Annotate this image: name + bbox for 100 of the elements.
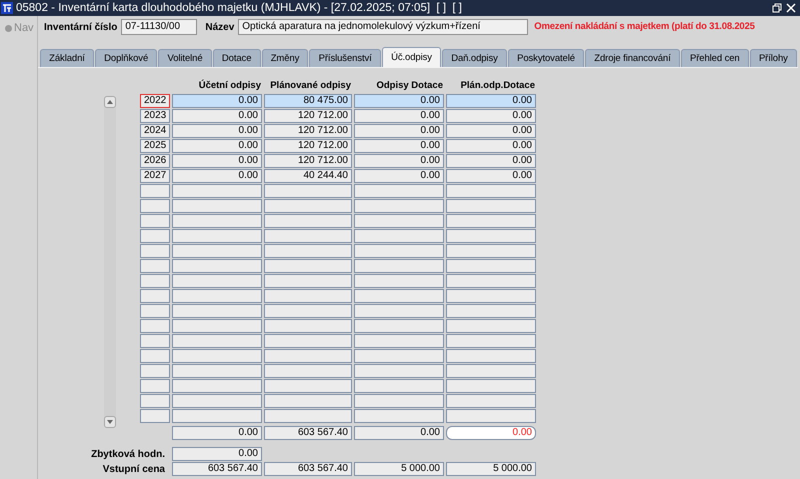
table-cell[interactable] [264,214,352,228]
table-cell[interactable]: 40 244.40 [264,169,352,183]
table-cell[interactable]: 0.00 [172,94,262,108]
table-cell[interactable] [354,319,444,333]
table-cell[interactable] [172,259,262,273]
tab[interactable]: Daň.odpisy [442,49,507,67]
table-cell[interactable]: 120 712.00 [264,109,352,123]
table-cell[interactable] [264,289,352,303]
table-cell[interactable] [172,244,262,258]
table-cell[interactable] [140,334,170,348]
tab[interactable]: Dotace [212,49,261,67]
table-cell[interactable] [354,289,444,303]
table-cell[interactable] [446,244,536,258]
table-cell[interactable]: 2023 [140,109,170,123]
table-cell[interactable] [264,409,352,423]
table-cell[interactable]: 2022 [140,94,170,108]
table-cell[interactable] [264,364,352,378]
table-cell[interactable] [354,409,444,423]
table-cell[interactable] [140,394,170,408]
table-cell[interactable]: 0.00 [446,124,536,138]
table-cell[interactable] [172,289,262,303]
input-field[interactable]: 07-11130/00 [121,19,198,35]
table-cell[interactable] [354,304,444,318]
table-cell[interactable] [140,319,170,333]
table-cell[interactable] [446,184,536,198]
scrollbar[interactable] [104,96,116,428]
table-cell[interactable]: 0.00 [172,109,262,123]
table-cell[interactable] [354,379,444,393]
table-cell[interactable] [172,229,262,243]
scroll-down-icon[interactable] [104,416,116,428]
table-cell[interactable] [264,379,352,393]
table-cell[interactable] [140,304,170,318]
table-cell[interactable] [172,319,262,333]
table-cell[interactable] [140,214,170,228]
table-cell[interactable] [446,289,536,303]
table-cell[interactable]: 0.00 [354,139,444,153]
tab[interactable]: Příslušenství [309,49,381,67]
table-cell[interactable]: 0.00 [354,124,444,138]
table-cell[interactable] [354,214,444,228]
table-cell[interactable] [140,184,170,198]
tab[interactable]: Přehled cen [680,49,749,67]
table-cell[interactable] [172,379,262,393]
table-cell[interactable]: 0.00 [172,169,262,183]
tab[interactable]: Poskytovatelé [508,49,584,67]
table-cell[interactable] [172,274,262,288]
table-cell[interactable]: 0.00 [172,154,262,168]
table-cell[interactable] [140,364,170,378]
tab[interactable]: Přílohy [750,49,797,67]
table-cell[interactable] [140,259,170,273]
table-cell[interactable] [446,304,536,318]
table-cell[interactable] [172,199,262,213]
table-cell[interactable]: 0.00 [354,109,444,123]
table-cell[interactable] [140,379,170,393]
table-cell[interactable] [264,319,352,333]
table-cell[interactable] [172,214,262,228]
table-cell[interactable]: 120 712.00 [264,154,352,168]
table-cell[interactable] [354,259,444,273]
table-cell[interactable]: 2025 [140,139,170,153]
table-cell[interactable] [446,229,536,243]
table-cell[interactable] [140,244,170,258]
table-cell[interactable] [446,409,536,423]
table-cell[interactable] [172,349,262,363]
table-cell[interactable] [446,319,536,333]
table-cell[interactable] [354,334,444,348]
table-cell[interactable] [264,304,352,318]
table-cell[interactable]: 0.00 [446,109,536,123]
table-cell[interactable]: 0.00 [446,139,536,153]
table-cell[interactable]: 2024 [140,124,170,138]
table-cell[interactable] [140,289,170,303]
table-cell[interactable] [140,409,170,423]
table-cell[interactable] [446,259,536,273]
table-cell[interactable] [172,334,262,348]
table-cell[interactable] [172,394,262,408]
tab[interactable]: Úč.odpisy [382,47,442,67]
table-cell[interactable] [172,409,262,423]
table-cell[interactable]: 2027 [140,169,170,183]
table-cell[interactable] [354,199,444,213]
table-cell[interactable]: 0.00 [446,94,536,108]
table-cell[interactable] [446,199,536,213]
table-cell[interactable] [354,244,444,258]
table-cell[interactable] [446,274,536,288]
table-cell[interactable] [264,394,352,408]
tab[interactable]: Doplňkové [94,49,158,67]
table-cell[interactable] [446,394,536,408]
table-cell[interactable] [172,304,262,318]
tab[interactable]: Volitelné [158,49,212,67]
tab[interactable]: Změny [262,49,308,67]
tab[interactable]: Zdroje financování [585,49,680,67]
table-cell[interactable]: 120 712.00 [264,139,352,153]
table-cell[interactable]: 0.00 [172,139,262,153]
table-cell[interactable] [354,274,444,288]
table-cell[interactable]: 0.00 [446,169,536,183]
table-cell[interactable] [354,184,444,198]
table-cell[interactable] [354,349,444,363]
table-cell[interactable] [264,199,352,213]
table-cell[interactable] [446,379,536,393]
close-icon[interactable] [786,3,796,13]
table-cell[interactable] [354,364,444,378]
table-cell[interactable]: 120 712.00 [264,124,352,138]
table-cell[interactable] [446,364,536,378]
